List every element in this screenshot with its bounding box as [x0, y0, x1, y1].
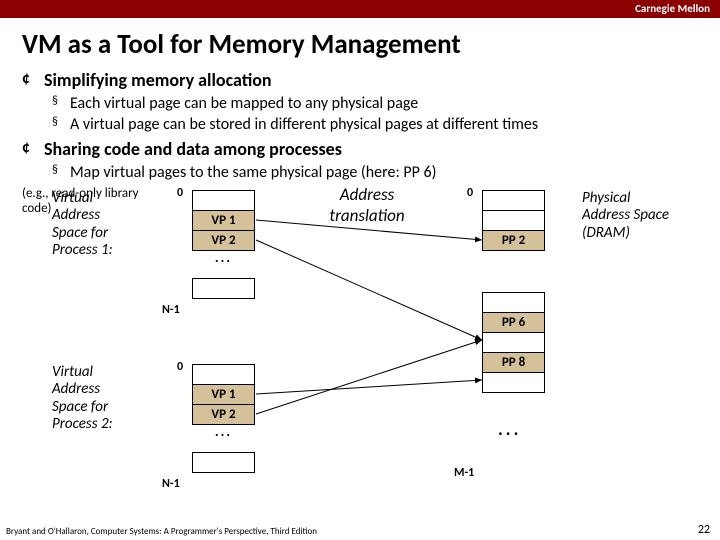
vas2-label: Virtual Address Space for Process 2:	[52, 364, 132, 433]
vp1-cell: VP 1	[193, 211, 255, 231]
dots: ...	[193, 425, 255, 439]
bullet-sharing: ¢ Sharing code and data among processes	[22, 138, 698, 160]
vp2-cell: VP 2	[193, 231, 255, 251]
pas-table: PP 2 PP 6 PP 8	[482, 190, 545, 393]
bullet-text: Simplifying memory allocation	[44, 69, 272, 91]
vp2-cell: VP 2	[193, 405, 255, 425]
vas2-table: VP 1 VP 2 ...	[192, 364, 255, 473]
page-number: 22	[698, 523, 710, 537]
bullet-text: Each virtual page can be mapped to any p…	[70, 94, 418, 113]
idx-zero: 0	[467, 186, 473, 200]
vp1-cell: VP 1	[193, 385, 255, 405]
bullet-marker: §	[52, 94, 70, 108]
vas1-table: VP 1 VP 2 ...	[192, 190, 255, 299]
bullet-marker: ¢	[22, 69, 44, 88]
footer-citation: Bryant and O'Hallaron, Computer Systems:…	[6, 526, 317, 537]
bullet-marker: ¢	[22, 138, 44, 157]
vas1-label: Virtual Address Space for Process 1:	[52, 190, 132, 259]
org-name: Carnegie Mellon	[635, 2, 710, 15]
bullet-simplifying: ¢ Simplifying memory allocation	[22, 69, 698, 91]
bullet-marker: §	[52, 115, 70, 129]
dots: ...	[498, 418, 521, 440]
addr-translation-label: Address translation	[312, 184, 422, 226]
bullet-map-same: § Map virtual pages to the same physical…	[52, 163, 698, 182]
bullet-text: A virtual page can be stored in differen…	[70, 115, 538, 134]
idx-n1: N-1	[162, 477, 180, 491]
bullet-text: Sharing code and data among processes	[44, 138, 342, 160]
bullet-stored: § A virtual page can be stored in differ…	[52, 115, 698, 134]
bullet-mapped: § Each virtual page can be mapped to any…	[52, 94, 698, 113]
content-area: ¢ Simplifying memory allocation § Each v…	[0, 69, 720, 491]
diagram: Virtual Address Space for Process 1: Vir…	[22, 186, 698, 491]
bullet-text: Map virtual pages to the same physical p…	[70, 163, 436, 182]
idx-zero: 0	[177, 186, 183, 200]
idx-n1: N-1	[162, 303, 180, 317]
idx-m1: M-1	[454, 466, 474, 480]
dots: ...	[193, 251, 255, 265]
bullet-marker: §	[52, 163, 70, 177]
slide-title: VM as a Tool for Memory Management	[0, 18, 720, 69]
header-bar: Carnegie Mellon	[0, 0, 720, 18]
idx-zero: 0	[177, 360, 183, 374]
pp8-cell: PP 8	[483, 353, 545, 373]
pp2-cell: PP 2	[483, 231, 545, 251]
pp6-cell: PP 6	[483, 313, 545, 333]
pas-label: Physical Address Space (DRAM)	[582, 190, 677, 242]
